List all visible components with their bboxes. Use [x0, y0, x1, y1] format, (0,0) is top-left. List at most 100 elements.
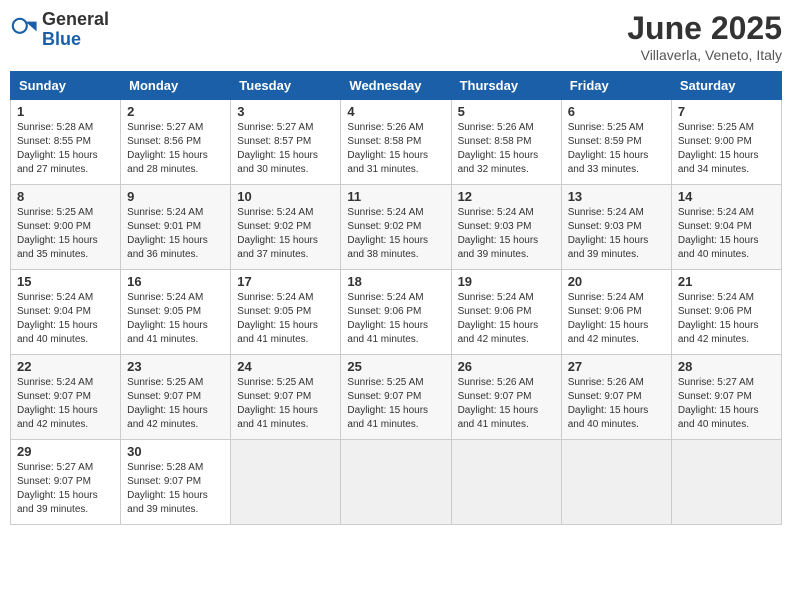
day-info: Sunrise: 5:28 AMSunset: 8:55 PMDaylight:… [17, 121, 114, 177]
table-row: 23Sunrise: 5:25 AMSunset: 9:07 PMDayligh… [121, 355, 231, 440]
location: Villaverla, Veneto, Italy [627, 47, 782, 63]
day-number: 1 [17, 104, 114, 119]
day-number: 2 [127, 104, 224, 119]
table-row [231, 440, 341, 525]
col-friday: Friday [561, 72, 671, 100]
header: General Blue June 2025 Villaverla, Venet… [10, 10, 782, 63]
table-row: 18 Sunrise: 5:24 AMSunset: 9:06 PMDayligh… [341, 270, 451, 355]
day-number: 7 [678, 104, 775, 119]
table-row: 14 Sunrise: 5:24 AMSunset: 9:04 PMDayligh… [671, 185, 781, 270]
table-row: 30Sunrise: 5:28 AMSunset: 9:07 PMDayligh… [121, 440, 231, 525]
day-info: Sunrise: 5:24 AMSunset: 9:04 PMDaylight:… [678, 206, 775, 262]
day-info: Sunrise: 5:26 AMSunset: 8:58 PMDaylight:… [458, 121, 555, 177]
col-thursday: Thursday [451, 72, 561, 100]
month-title: June 2025 [627, 10, 782, 47]
table-row [561, 440, 671, 525]
table-row: 28Sunrise: 5:27 AMSunset: 9:07 PMDayligh… [671, 355, 781, 440]
col-sunday: Sunday [11, 72, 121, 100]
day-info: Sunrise: 5:27 AMSunset: 8:57 PMDaylight:… [237, 121, 334, 177]
table-row: 1 Sunrise: 5:28 AMSunset: 8:55 PMDaylight… [11, 100, 121, 185]
col-tuesday: Tuesday [231, 72, 341, 100]
day-info: Sunrise: 5:24 AMSunset: 9:05 PMDaylight:… [237, 291, 334, 347]
day-info: Sunrise: 5:25 AMSunset: 9:00 PMDaylight:… [678, 121, 775, 177]
table-row: 17 Sunrise: 5:24 AMSunset: 9:05 PMDayligh… [231, 270, 341, 355]
day-info: Sunrise: 5:24 AMSunset: 9:03 PMDaylight:… [458, 206, 555, 262]
table-row: 27 Sunrise: 5:26 AMSunset: 9:07 PMDayligh… [561, 355, 671, 440]
day-number: 5 [458, 104, 555, 119]
day-info: Sunrise: 5:24 AMSunset: 9:06 PMDaylight:… [568, 291, 665, 347]
day-info: Sunrise: 5:26 AMSunset: 9:07 PMDaylight:… [458, 376, 555, 432]
day-number: 29 [17, 444, 114, 459]
day-info: Sunrise: 5:25 AMSunset: 9:07 PMDaylight:… [127, 376, 224, 432]
day-number: 12 [458, 189, 555, 204]
table-row: 24 Sunrise: 5:25 AMSunset: 9:07 PMDayligh… [231, 355, 341, 440]
day-info: Sunrise: 5:24 AMSunset: 9:07 PMDaylight:… [17, 376, 114, 432]
logo-text: General Blue [42, 10, 109, 50]
day-number: 21 [678, 274, 775, 289]
day-number: 27 [568, 359, 665, 374]
day-number: 30 [127, 444, 224, 459]
table-row: 6Sunrise: 5:25 AMSunset: 8:59 PMDaylight… [561, 100, 671, 185]
day-number: 10 [237, 189, 334, 204]
day-info: Sunrise: 5:24 AMSunset: 9:06 PMDaylight:… [458, 291, 555, 347]
table-row [451, 440, 561, 525]
day-info: Sunrise: 5:24 AMSunset: 9:01 PMDaylight:… [127, 206, 224, 262]
calendar-row: 22 Sunrise: 5:24 AMSunset: 9:07 PMDayligh… [11, 355, 782, 440]
day-number: 19 [458, 274, 555, 289]
day-number: 3 [237, 104, 334, 119]
day-info: Sunrise: 5:27 AMSunset: 8:56 PMDaylight:… [127, 121, 224, 177]
calendar-row: 15 Sunrise: 5:24 AMSunset: 9:04 PMDayligh… [11, 270, 782, 355]
table-row: 26Sunrise: 5:26 AMSunset: 9:07 PMDayligh… [451, 355, 561, 440]
table-row: 10 Sunrise: 5:24 AMSunset: 9:02 PMDayligh… [231, 185, 341, 270]
calendar-header-row: Sunday Monday Tuesday Wednesday Thursday… [11, 72, 782, 100]
day-number: 22 [17, 359, 114, 374]
day-info: Sunrise: 5:24 AMSunset: 9:03 PMDaylight:… [568, 206, 665, 262]
day-info: Sunrise: 5:25 AMSunset: 9:07 PMDaylight:… [347, 376, 444, 432]
day-info: Sunrise: 5:26 AMSunset: 8:58 PMDaylight:… [347, 121, 444, 177]
day-info: Sunrise: 5:25 AMSunset: 9:07 PMDaylight:… [237, 376, 334, 432]
table-row: 15 Sunrise: 5:24 AMSunset: 9:04 PMDayligh… [11, 270, 121, 355]
day-number: 14 [678, 189, 775, 204]
table-row: 22 Sunrise: 5:24 AMSunset: 9:07 PMDayligh… [11, 355, 121, 440]
col-wednesday: Wednesday [341, 72, 451, 100]
table-row: 25Sunrise: 5:25 AMSunset: 9:07 PMDayligh… [341, 355, 451, 440]
day-number: 13 [568, 189, 665, 204]
calendar-row: 8Sunrise: 5:25 AMSunset: 9:00 PMDaylight… [11, 185, 782, 270]
day-number: 17 [237, 274, 334, 289]
day-info: Sunrise: 5:24 AMSunset: 9:04 PMDaylight:… [17, 291, 114, 347]
day-number: 11 [347, 189, 444, 204]
day-number: 18 [347, 274, 444, 289]
day-number: 24 [237, 359, 334, 374]
table-row: 7 Sunrise: 5:25 AMSunset: 9:00 PMDaylight… [671, 100, 781, 185]
day-number: 9 [127, 189, 224, 204]
table-row [671, 440, 781, 525]
table-row: 9 Sunrise: 5:24 AMSunset: 9:01 PMDaylight… [121, 185, 231, 270]
day-number: 20 [568, 274, 665, 289]
title-area: June 2025 Villaverla, Veneto, Italy [627, 10, 782, 63]
day-number: 15 [17, 274, 114, 289]
logo-icon [10, 16, 38, 44]
day-info: Sunrise: 5:24 AMSunset: 9:02 PMDaylight:… [237, 206, 334, 262]
col-saturday: Saturday [671, 72, 781, 100]
table-row [341, 440, 451, 525]
calendar-row: 1 Sunrise: 5:28 AMSunset: 8:55 PMDaylight… [11, 100, 782, 185]
table-row: 12 Sunrise: 5:24 AMSunset: 9:03 PMDayligh… [451, 185, 561, 270]
day-info: Sunrise: 5:27 AMSunset: 9:07 PMDaylight:… [17, 461, 114, 517]
table-row: 8Sunrise: 5:25 AMSunset: 9:00 PMDaylight… [11, 185, 121, 270]
day-info: Sunrise: 5:24 AMSunset: 9:06 PMDaylight:… [347, 291, 444, 347]
day-info: Sunrise: 5:26 AMSunset: 9:07 PMDaylight:… [568, 376, 665, 432]
table-row: 29 Sunrise: 5:27 AMSunset: 9:07 PMDayligh… [11, 440, 121, 525]
col-monday: Monday [121, 72, 231, 100]
logo-general: General [42, 10, 109, 30]
table-row: 16 Sunrise: 5:24 AMSunset: 9:05 PMDayligh… [121, 270, 231, 355]
day-number: 16 [127, 274, 224, 289]
day-info: Sunrise: 5:27 AMSunset: 9:07 PMDaylight:… [678, 376, 775, 432]
day-info: Sunrise: 5:24 AMSunset: 9:05 PMDaylight:… [127, 291, 224, 347]
table-row: 5 Sunrise: 5:26 AMSunset: 8:58 PMDaylight… [451, 100, 561, 185]
day-info: Sunrise: 5:24 AMSunset: 9:02 PMDaylight:… [347, 206, 444, 262]
table-row: 20 Sunrise: 5:24 AMSunset: 9:06 PMDayligh… [561, 270, 671, 355]
table-row: 2 Sunrise: 5:27 AMSunset: 8:56 PMDaylight… [121, 100, 231, 185]
logo: General Blue [10, 10, 109, 50]
day-info: Sunrise: 5:25 AMSunset: 9:00 PMDaylight:… [17, 206, 114, 262]
calendar-table: Sunday Monday Tuesday Wednesday Thursday… [10, 71, 782, 525]
